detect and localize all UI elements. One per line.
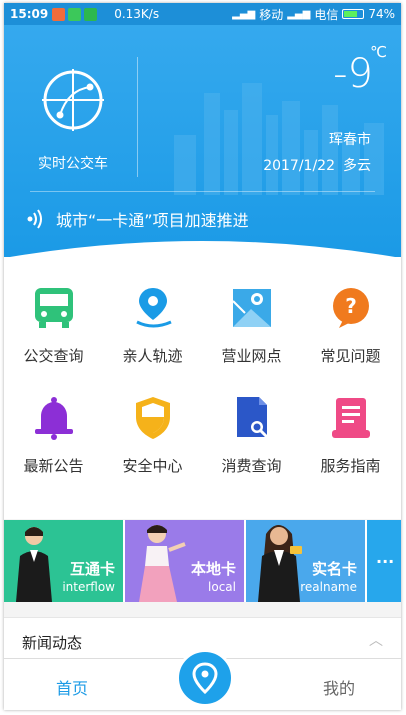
battery-percent: 74% [368, 7, 395, 21]
location-pin-icon [192, 662, 218, 694]
grid-item-label: 营业网点 [221, 347, 282, 365]
app-screen: 15:09 0.13K/s ▂▄▆ 移动 ▂▄▆ 电信 74% 实时公交车 -9… [4, 3, 401, 710]
date: 2017/1/22 [263, 158, 335, 174]
grid-item-label: 公交查询 [23, 347, 84, 365]
status-time: 15:09 [10, 7, 49, 21]
card-title: 本地卡 [190, 560, 236, 578]
person-illustration [139, 525, 186, 602]
grid-item-label: 最新公告 [23, 457, 84, 475]
card-interflow[interactable]: 互通卡 interflow [4, 520, 123, 602]
chevron-up-icon[interactable]: ︿ [369, 630, 383, 650]
card-local[interactable]: 本地卡 local [125, 520, 244, 602]
card-subtitle: realname [300, 580, 357, 594]
location-pin-icon [135, 288, 172, 328]
function-grid: 公交查询 亲人轨迹 营业网点 ? 常见问题 最新公告 安全中心 消费查询 服务指… [4, 257, 401, 519]
document-search-icon [236, 397, 268, 439]
card-realname[interactable]: 实名卡 realname [246, 520, 365, 602]
battery-icon [342, 9, 365, 19]
grid-item-service-guide[interactable]: 服务指南 [301, 367, 400, 477]
app-notification-icon [68, 7, 82, 21]
shield-icon [135, 397, 170, 439]
map-icon [231, 289, 271, 327]
date-weather: 2017/1/22 多云 [263, 155, 371, 175]
divider [137, 57, 138, 177]
guide-book-icon [331, 398, 370, 438]
location-fab-button[interactable] [176, 649, 234, 707]
tab-home[interactable]: 首页 [56, 675, 88, 699]
grid-item-bus-query[interactable]: 公交查询 [4, 257, 103, 367]
header-wave [10, 241, 395, 257]
tab-mine[interactable]: 我的 [323, 675, 355, 699]
grid-item-label: 安全中心 [122, 457, 183, 475]
wechat-icon [84, 7, 98, 21]
more-icon: ··· [376, 552, 395, 571]
network-speed: 0.13K/s [114, 7, 160, 21]
bus-icon [34, 288, 73, 328]
news-section-title: 新闻动态 [22, 634, 83, 652]
temperature-unit: ℃ [370, 43, 387, 61]
question-icon: ? [332, 288, 369, 328]
card-subtitle: local [208, 580, 236, 594]
grid-item-security-center[interactable]: 安全中心 [103, 367, 202, 477]
person-illustration [16, 527, 52, 602]
grid-item-consumption-query[interactable]: 消费查询 [202, 367, 301, 477]
realtime-bus-button[interactable] [38, 65, 108, 139]
temperature-value: -9 [333, 51, 373, 97]
grid-item-label: 常见问题 [320, 347, 381, 365]
signal-icon: ▂▄▆ [232, 8, 256, 20]
grid-item-label: 服务指南 [320, 457, 381, 475]
card-title: 互通卡 [69, 560, 115, 578]
status-bar: 15:09 0.13K/s ▂▄▆ 移动 ▂▄▆ 电信 74% [4, 3, 401, 25]
radar-icon [42, 69, 104, 131]
grid-item-family-track[interactable]: 亲人轨迹 [103, 257, 202, 367]
card-subtitle: interflow [62, 580, 115, 594]
header-banner: 实时公交车 -9 ℃ 珲春市 2017/1/22 多云 城市“一卡通”项目加速推进 [4, 25, 401, 257]
broadcast-icon [27, 209, 42, 229]
divider [30, 191, 375, 192]
app-notification-icon [52, 7, 66, 21]
news-ticker[interactable]: 城市“一卡通”项目加速推进 [26, 207, 249, 231]
grid-item-service-outlets[interactable]: 营业网点 [202, 257, 301, 367]
bell-icon [34, 397, 73, 440]
weather-condition: 多云 [343, 158, 371, 174]
news-ticker-text: 城市“一卡通”项目加速推进 [56, 211, 249, 230]
carrier-2: 电信 [314, 7, 339, 22]
carrier-1: 移动 [259, 7, 284, 22]
svg-text:?: ? [345, 294, 357, 318]
more-cards-button[interactable]: ··· [367, 520, 401, 602]
signal-icon: ▂▄▆ [287, 8, 311, 20]
card-type-carousel: 互通卡 interflow 本地卡 local 实名卡 realname ··· [4, 520, 401, 602]
grid-item-faq[interactable]: ? 常见问题 [301, 257, 400, 367]
grid-item-label: 消费查询 [221, 457, 282, 475]
grid-item-announcements[interactable]: 最新公告 [4, 367, 103, 477]
realtime-bus-label: 实时公交车 [38, 156, 108, 172]
city-name: 珲春市 [329, 132, 371, 148]
grid-item-label: 亲人轨迹 [122, 347, 183, 365]
card-title: 实名卡 [311, 560, 357, 578]
